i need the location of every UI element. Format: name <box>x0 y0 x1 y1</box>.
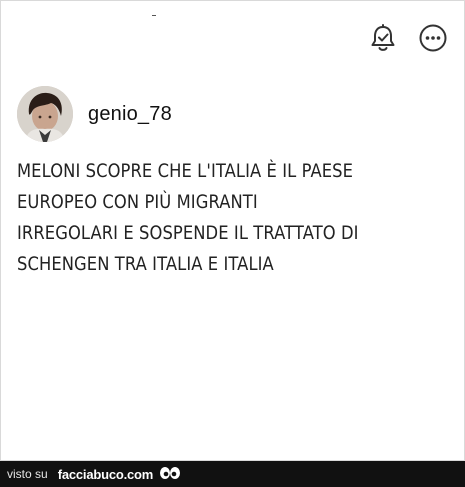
post-text-line: EUROPEO CON PIÙ MIGRANTI <box>17 191 258 213</box>
avatar[interactable] <box>17 86 73 142</box>
username[interactable]: genio_78 <box>88 103 172 126</box>
footer-site-link[interactable]: facciabuco.com <box>58 467 154 482</box>
post-text-line: IRREGOLARI E SOSPENDE IL TRATTATO DI <box>17 222 359 244</box>
post-card: genio_78 MELONI SCOPRE CHE L'ITALIA È IL… <box>0 0 465 461</box>
post-text: MELONI SCOPRE CHE L'ITALIA È IL PAESE EU… <box>17 156 447 280</box>
more-options-icon[interactable] <box>417 22 449 54</box>
top-dot <box>152 15 156 16</box>
watermark-footer: visto su facciabuco.com <box>0 461 465 487</box>
post-text-line: SCHENGEN TRA ITALIA E ITALIA <box>17 253 274 275</box>
post-text-line: MELONI SCOPRE CHE L'ITALIA È IL PAESE <box>17 160 354 182</box>
footer-prefix: visto su <box>7 467 48 481</box>
googly-eyes-icon <box>159 466 181 482</box>
bell-check-icon[interactable] <box>367 22 399 54</box>
